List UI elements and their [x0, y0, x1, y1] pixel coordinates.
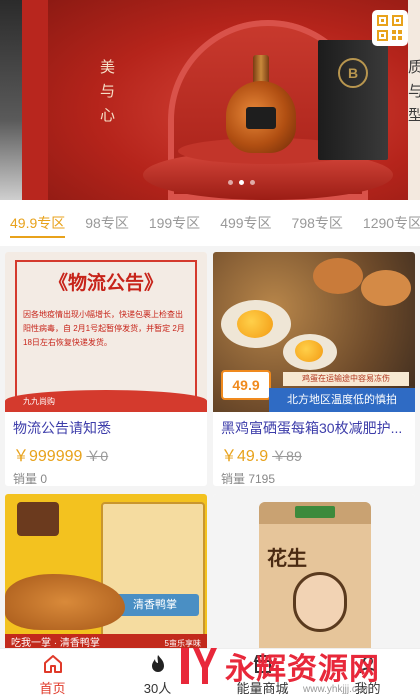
nav-store[interactable]: 能量商城	[210, 649, 315, 700]
tab-199[interactable]: 199专区	[139, 200, 210, 246]
bottom-nav: 首页 30人 能量商城 我的	[0, 648, 420, 700]
product-price: ￥999999	[13, 448, 83, 465]
notice-body: 因各地疫情出现小幅增长，快递包裹上检查出阳性病毒，自 2月1号起暂停发货，并暂定…	[23, 310, 185, 347]
banner-pagination	[228, 180, 255, 185]
product-image-peanut[interactable]: 花生	[213, 494, 415, 654]
user-icon	[358, 655, 377, 673]
product-title[interactable]: 物流公告请知悉	[13, 418, 199, 438]
peanut-bag-title: 花生	[267, 548, 307, 570]
nav-home[interactable]: 首页	[0, 649, 105, 700]
tab-49-9[interactable]: 49.9专区	[0, 200, 75, 246]
qr-code-icon	[377, 15, 403, 41]
page: B 美与心 质与型 49.9专区 98专区 199专区 499专区 798专区 …	[0, 0, 420, 700]
nav-profile-label: 我的	[354, 680, 381, 696]
tab-798[interactable]: 798专区	[282, 200, 353, 246]
product-sales: 销量 7195	[221, 472, 276, 486]
notice-brand: 九九尚购	[23, 397, 55, 406]
product-card[interactable]: 《物流公告》 因各地疫情出现小幅增长，快递包裹上检查出阳性病毒，自 2月1号起暂…	[5, 252, 207, 486]
nav-hot-label: 30人	[143, 680, 172, 696]
product-card[interactable]: 49.9 鸡蛋在运输途中容易冻伤 北方地区温度低的慎拍 黑鸡富硒蛋每箱30枚减肥…	[213, 252, 415, 486]
store-icon	[253, 654, 272, 673]
product-info: 黑鸡富硒蛋每箱30枚减肥护... ￥49.9 ￥89 销量 7195	[213, 412, 415, 486]
egg-warning-strip: 北方地区温度低的慎拍	[269, 388, 415, 412]
tab-1290[interactable]: 1290专区	[353, 200, 420, 246]
product-image-eggs[interactable]: 49.9 鸡蛋在运输途中容易冻伤 北方地区温度低的慎拍	[213, 252, 415, 412]
gift-box-image: B	[318, 40, 388, 160]
qr-code-button[interactable]	[372, 10, 408, 46]
home-icon	[43, 654, 62, 673]
nav-store-label: 能量商城	[236, 680, 289, 696]
promo-banner[interactable]: B 美与心 质与型	[0, 0, 420, 200]
banner-slogan-right: 质与型	[408, 59, 420, 124]
product-card[interactable]: 花生	[213, 494, 415, 654]
egg-yolk	[237, 310, 273, 338]
duck-package: 清香鸭掌	[101, 502, 205, 642]
price-row: ￥49.9 ￥89	[221, 442, 407, 466]
egg-shell	[313, 258, 363, 294]
peanut-bag: 花生	[259, 502, 371, 652]
tab-499[interactable]: 499专区	[210, 200, 281, 246]
egg-shipping-note: 鸡蛋在运输途中容易冻伤	[283, 372, 409, 386]
banner-dot[interactable]	[250, 180, 255, 185]
banner-dot-active[interactable]	[239, 180, 244, 185]
product-sales: 销量 0	[13, 472, 48, 486]
nav-profile[interactable]: 我的	[315, 649, 420, 700]
cognac-bottle-image	[226, 55, 296, 155]
product-image-logistics-notice[interactable]: 《物流公告》 因各地疫情出现小幅增长，快递包裹上检查出阳性病毒，自 2月1号起暂…	[5, 252, 207, 412]
price-row: ￥999999 ￥0	[13, 442, 199, 466]
price-badge: 49.9	[221, 370, 271, 400]
fire-icon	[151, 654, 164, 672]
product-original-price: ￥89	[272, 448, 302, 464]
banner-slogan-left: 美与心	[100, 59, 116, 124]
egg-yolk	[295, 340, 323, 362]
nav-home-label: 首页	[39, 680, 66, 696]
product-info: 物流公告请知悉 ￥999999 ￥0 销量 0	[5, 412, 207, 486]
egg-shell	[361, 270, 411, 306]
notice-heading: 《物流公告》	[48, 273, 163, 294]
product-card[interactable]: 清香鸭掌 吃我一掌 · 清香鸭掌 5蛮乐享味	[5, 494, 207, 654]
product-grid: 《物流公告》 因各地疫情出现小幅增长，快递包裹上检查出阳性病毒，自 2月1号起暂…	[0, 246, 420, 654]
banner-dot[interactable]	[228, 180, 233, 185]
banner-prev-slide-peek[interactable]	[0, 0, 22, 200]
product-image-duck-feet[interactable]: 清香鸭掌 吃我一掌 · 清香鸭掌 5蛮乐享味	[5, 494, 207, 654]
product-price: ￥49.9	[221, 448, 269, 465]
nav-hot[interactable]: 30人	[105, 649, 210, 700]
box-emblem: B	[338, 58, 368, 88]
product-title[interactable]: 黑鸡富硒蛋每箱30枚减肥护...	[221, 418, 407, 438]
product-original-price: ￥0	[86, 448, 109, 464]
tab-98[interactable]: 98专区	[75, 200, 139, 246]
duck-brand-logo	[17, 502, 59, 536]
price-zone-tabs: 49.9专区 98专区 199专区 499专区 798专区 1290专区	[0, 200, 420, 246]
peanut-bag-mascot	[293, 572, 347, 632]
